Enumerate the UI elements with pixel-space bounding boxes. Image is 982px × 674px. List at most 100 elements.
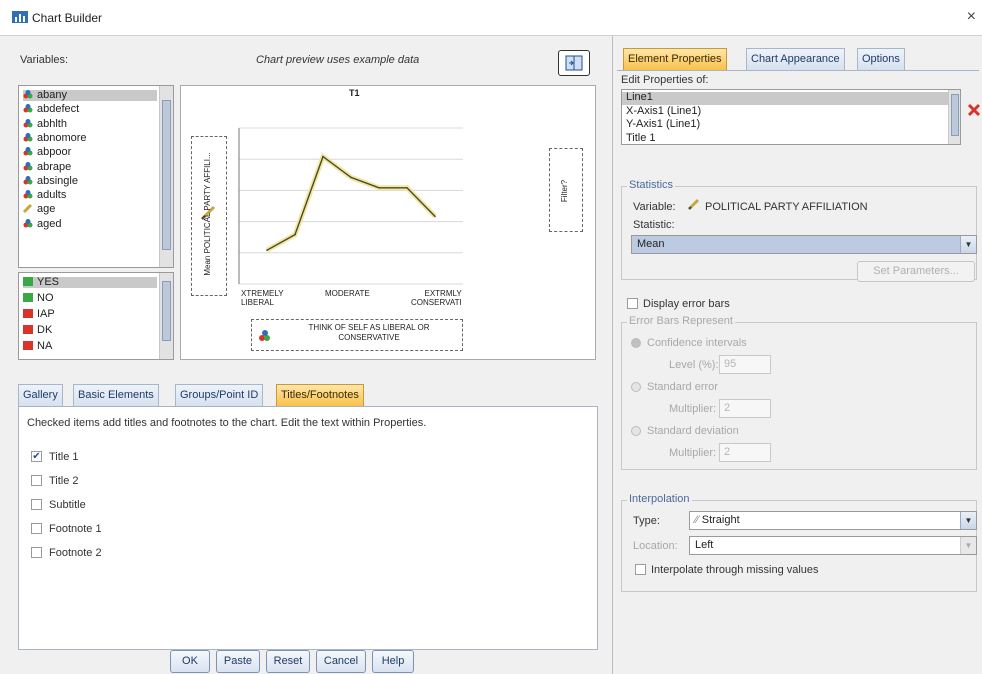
- line-point: [350, 176, 352, 179]
- standard-error-radio[interactable]: [631, 382, 641, 392]
- interpolation-type-select[interactable]: ⁄⁄ Straight ▼: [689, 511, 977, 530]
- multiplier-label-se: Multiplier:: [669, 403, 717, 415]
- nominal-variable-icon: [23, 90, 33, 99]
- confidence-intervals-radio[interactable]: [631, 338, 641, 348]
- category-item[interactable]: YES: [23, 277, 157, 288]
- chevron-down-icon[interactable]: ▼: [960, 512, 976, 529]
- display-error-bars-checkbox[interactable]: [627, 298, 638, 309]
- category-item[interactable]: IAP: [23, 309, 157, 320]
- variable-item[interactable]: adults: [23, 190, 157, 201]
- elements-list[interactable]: Line1 X-Axis1 (Line1) Y-Axis1 (Line1) Title…: [621, 89, 961, 145]
- variable-item[interactable]: abrape: [23, 161, 157, 173]
- titles-instruction: Checked items add titles and footnotes t…: [27, 417, 427, 429]
- variable-label: adults: [37, 189, 67, 202]
- variables-scroll-thumb[interactable]: [162, 100, 171, 250]
- window-title: Chart Builder: [32, 11, 103, 25]
- line-point: [378, 187, 380, 189]
- category-label: NA: [37, 340, 53, 352]
- line-point: [322, 155, 324, 158]
- toggle-preview-button[interactable]: [558, 50, 590, 76]
- category-label: NO: [37, 292, 54, 304]
- swap-icon: [565, 55, 583, 71]
- variable-item[interactable]: abany: [23, 90, 157, 101]
- title-option-checkbox[interactable]: [31, 499, 42, 510]
- category-swatch-icon: [23, 293, 33, 302]
- right-pane: Element Properties Chart Appearance Opti…: [612, 36, 982, 674]
- elements-scrollbar[interactable]: [948, 90, 960, 144]
- element-item[interactable]: Line1: [622, 92, 948, 105]
- variable-item[interactable]: abdefect: [23, 104, 157, 115]
- statistic-select[interactable]: Mean ▼: [631, 235, 977, 254]
- help-button[interactable]: Help: [372, 650, 414, 673]
- element-item[interactable]: Y-Axis1 (Line1): [622, 119, 948, 132]
- title-option-checkbox[interactable]: [31, 547, 42, 558]
- x-axis-drop-zone[interactable]: THINK OF SELF AS LIBERAL OR CONSERVATIVE: [251, 319, 463, 351]
- variable-label: abany: [37, 89, 67, 101]
- tab-basic-elements[interactable]: Basic Elements: [73, 384, 159, 406]
- delete-element-icon[interactable]: [967, 103, 981, 117]
- tab-titles-footnotes[interactable]: Titles/Footnotes: [276, 384, 364, 406]
- y-axis-drop-zone[interactable]: Mean POLITICAL PARTY AFFILI...: [191, 136, 227, 296]
- interpolate-missing-checkbox[interactable]: [635, 564, 646, 575]
- line-point: [294, 233, 296, 236]
- variables-scrollbar[interactable]: [159, 86, 173, 267]
- title-option-checkbox[interactable]: [31, 475, 42, 486]
- confidence-intervals-label: Confidence intervals: [647, 337, 747, 349]
- interpolation-location-select[interactable]: Left ▼: [689, 536, 977, 555]
- y-axis-label[interactable]: Mean POLITICAL PARTY AFFILI...: [203, 152, 217, 276]
- line-point: [434, 215, 436, 218]
- variable-item[interactable]: absingle: [23, 174, 157, 187]
- variable-item[interactable]: aged: [23, 218, 157, 230]
- variable-item[interactable]: abnomore: [23, 132, 157, 144]
- line-point: [406, 187, 408, 189]
- elements-scroll-thumb[interactable]: [951, 94, 959, 136]
- variables-list[interactable]: abany abdefect abhlth abnomore abpoor abrape a…: [18, 85, 174, 268]
- standard-error-label: Standard error: [647, 381, 718, 393]
- straight-line-icon: ⁄⁄: [695, 514, 699, 526]
- multiplier-input-se[interactable]: 2: [719, 399, 771, 418]
- tab-chart-appearance[interactable]: Chart Appearance: [746, 48, 845, 70]
- ok-button[interactable]: OK: [170, 650, 210, 673]
- close-icon[interactable]: ×: [967, 8, 976, 26]
- standard-deviation-radio[interactable]: [631, 426, 641, 436]
- element-item[interactable]: X-Axis1 (Line1): [622, 105, 948, 119]
- chevron-down-icon[interactable]: ▼: [960, 537, 976, 554]
- display-error-bars-label: Display error bars: [643, 298, 730, 310]
- chart-canvas[interactable]: T1 Mean POLITICAL PARTY AFFILI... Filter…: [180, 85, 596, 360]
- categories-list[interactable]: YES NO IAP DK NA: [18, 272, 174, 360]
- reset-button[interactable]: Reset: [266, 650, 310, 673]
- series-line[interactable]: [266, 155, 436, 251]
- statistics-group-label: Statistics: [627, 179, 676, 191]
- multiplier-input-sd[interactable]: 2: [719, 443, 771, 462]
- category-item[interactable]: NO: [23, 293, 157, 304]
- x-axis-label[interactable]: THINK OF SELF AS LIBERAL OR CONSERVATIVE: [278, 323, 460, 343]
- variable-label: abpoor: [37, 146, 72, 159]
- tab-gallery[interactable]: Gallery: [18, 384, 63, 406]
- category-label: IAP: [37, 308, 55, 320]
- categories-scroll-thumb[interactable]: [162, 281, 171, 341]
- chart-title[interactable]: T1: [349, 88, 360, 98]
- categories-scrollbar[interactable]: [159, 273, 173, 359]
- standard-deviation-label: Standard deviation: [647, 425, 739, 437]
- tab-options[interactable]: Options: [857, 48, 905, 70]
- interpolation-location-value: Left: [695, 539, 714, 551]
- tab-groups-point-id[interactable]: Groups/Point ID: [175, 384, 264, 406]
- cancel-button[interactable]: Cancel: [316, 650, 366, 673]
- level-input[interactable]: 95: [719, 355, 771, 374]
- chart-builder-icon: [12, 11, 28, 23]
- title-option-checkbox[interactable]: ✔: [31, 451, 42, 462]
- category-item[interactable]: DK: [23, 325, 157, 336]
- variable-item[interactable]: abpoor: [23, 147, 157, 158]
- tab-element-properties[interactable]: Element Properties: [623, 48, 727, 70]
- title-option-label: Footnote 2: [49, 547, 102, 559]
- paste-button[interactable]: Paste: [216, 650, 260, 673]
- variable-item[interactable]: abhlth: [23, 118, 157, 130]
- chevron-down-icon[interactable]: ▼: [960, 236, 976, 253]
- variable-label: absingle: [37, 174, 78, 187]
- set-parameters-button[interactable]: Set Parameters...: [857, 261, 975, 282]
- category-item[interactable]: NA: [23, 341, 157, 352]
- variable-item[interactable]: age: [22, 204, 157, 215]
- filter-drop-zone[interactable]: Filter?: [549, 148, 583, 232]
- element-item[interactable]: Title 1: [622, 132, 948, 145]
- title-option-checkbox[interactable]: [31, 523, 42, 534]
